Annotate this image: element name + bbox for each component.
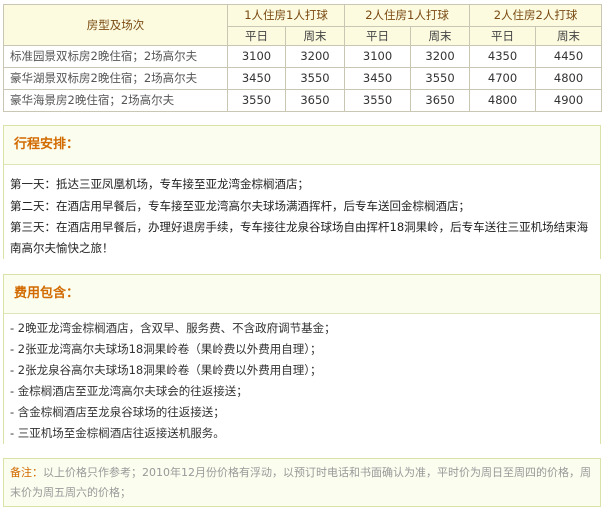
- weekend-header: 周末: [535, 26, 603, 46]
- price-cell: 3650: [410, 89, 471, 112]
- schedule-body: 第一天：抵达三亚凤凰机场，专车接至亚龙湾金棕榈酒店； 第二天：在酒店用早餐后，专…: [4, 165, 600, 260]
- group-header: 1人住房1人打球: [226, 4, 346, 27]
- price-cell: 4450: [535, 45, 603, 68]
- table-row: 标准园景双标房2晚住宿；2场高尔夫 3100 3200 3100 3200 43…: [3, 45, 603, 68]
- schedule-day: 第二天：在酒店用早餐后，专车接至亚龙湾高尔夫球场满酒挥杆，后专车送回金棕榈酒店；: [10, 199, 470, 213]
- weekday-header: 平日: [469, 26, 537, 46]
- note-text: 以上价格只作参考；2010年12月份价格有浮动，以预订时电话和书面确认为准，平时…: [10, 466, 591, 499]
- room-type-header: 房型及场次: [3, 4, 228, 46]
- fees-title: 费用包含：: [4, 275, 600, 314]
- price-cell: 3200: [410, 45, 471, 68]
- weekend-header: 周末: [284, 26, 346, 46]
- note-box: 备注：以上价格只作参考；2010年12月份价格有浮动，以预订时电话和书面确认为准…: [3, 458, 601, 507]
- price-cell: 3100: [344, 45, 412, 68]
- price-cell: 3200: [284, 45, 346, 68]
- price-cell: 3450: [227, 67, 286, 90]
- fees-panel: 费用包含： - 2晚亚龙湾金棕榈酒店，含双早、服务费、不含政府调节基金； - 2…: [3, 274, 601, 445]
- table-row: 豪华湖景双标房2晚住宿；2场高尔夫 3450 3550 3450 3550 47…: [3, 67, 603, 90]
- price-cell: 4350: [469, 45, 537, 68]
- price-cell: 3550: [344, 89, 412, 112]
- price-cell: 4800: [535, 67, 603, 90]
- price-cell: 3450: [344, 67, 412, 90]
- table-row: 豪华海景房2晚住宿；2场高尔夫 3550 3650 3550 3650 4800…: [3, 89, 603, 112]
- weekday-header: 平日: [227, 26, 286, 46]
- room-name: 标准园景双标房2晚住宿；2场高尔夫: [3, 45, 228, 68]
- price-cell: 3100: [227, 45, 286, 68]
- room-name: 豪华湖景双标房2晚住宿；2场高尔夫: [3, 67, 228, 90]
- fee-item: - 2张龙泉谷高尔夫球场18洞果岭卷（果岭费以外费用自理）；: [10, 363, 322, 377]
- fee-item: - 金棕榈酒店至亚龙湾高尔夫球会的往返接送；: [10, 384, 248, 398]
- price-cell: 3650: [284, 89, 346, 112]
- price-cell: 4800: [469, 89, 537, 112]
- price-cell: 4700: [469, 67, 537, 90]
- weekday-header: 平日: [344, 26, 412, 46]
- fee-item: - 含金棕榈酒店至龙泉谷球场的往返接送；: [10, 405, 225, 419]
- price-cell: 4900: [535, 89, 603, 112]
- schedule-panel: 行程安排： 第一天：抵达三亚凤凰机场，专车接至亚龙湾金棕榈酒店； 第二天：在酒店…: [3, 125, 601, 260]
- group-header: 2人住房2人打球: [469, 4, 603, 27]
- price-table: 房型及场次 1人住房1人打球 2人住房1人打球 2人住房2人打球 平日 周末 平…: [3, 4, 603, 112]
- fee-item: - 2张亚龙湾高尔夫球场18洞果岭卷（果岭费以外费用自理）；: [10, 342, 322, 356]
- room-name: 豪华海景房2晚住宿；2场高尔夫: [3, 89, 228, 112]
- price-cell: 3550: [284, 67, 346, 90]
- schedule-title: 行程安排：: [4, 126, 600, 165]
- fees-body: - 2晚亚龙湾金棕榈酒店，含双早、服务费、不含政府调节基金； - 2张亚龙湾高尔…: [4, 314, 600, 445]
- note-label: 备注：: [10, 466, 43, 479]
- fee-item: - 2晚亚龙湾金棕榈酒店，含双早、服务费、不含政府调节基金；: [10, 321, 336, 335]
- fee-item: - 三亚机场至金棕榈酒店往返接送机服务。: [10, 426, 225, 440]
- price-cell: 3550: [410, 67, 471, 90]
- weekend-header: 周末: [410, 26, 471, 46]
- price-cell: 3550: [227, 89, 286, 112]
- schedule-day: 第三天：在酒店用早餐后，办理好退房手续，专车接往龙泉谷球场自由挥杆18洞果岭，后…: [10, 220, 589, 255]
- group-header: 2人住房1人打球: [344, 4, 471, 27]
- schedule-day: 第一天：抵达三亚凤凰机场，专车接至亚龙湾金棕榈酒店；: [10, 177, 309, 191]
